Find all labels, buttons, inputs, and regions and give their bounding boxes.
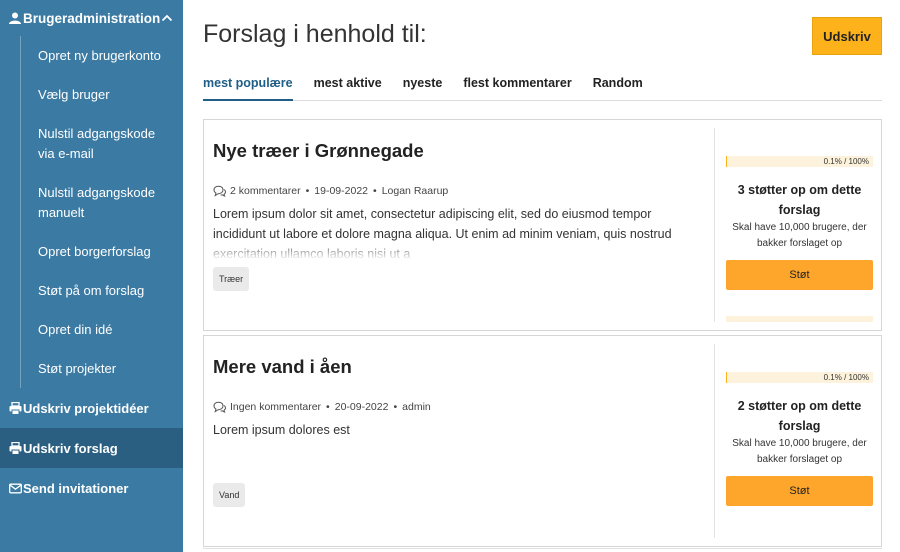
sidebar-item-stoet-projekter[interactable]: Støt projekter bbox=[38, 349, 183, 388]
envelope-icon bbox=[9, 482, 22, 495]
proposal-support-panel: 0.1% / 100% 3 støtter op om dette forsla… bbox=[726, 120, 873, 330]
user-icon bbox=[9, 12, 21, 24]
sort-tabs: mest populære mest aktive nyeste flest k… bbox=[203, 71, 882, 101]
print-button[interactable]: Udskriv bbox=[812, 17, 882, 55]
support-progress-bar: 0.1% / 100% bbox=[726, 372, 873, 383]
proposal-card: Nye træer i Grønnegade 2 kommentarer • 1… bbox=[203, 119, 882, 331]
sidebar-item-vaelg-bruger[interactable]: Vælg bruger bbox=[38, 75, 183, 114]
sidebar-item-opret-ny-brugerkonto[interactable]: Opret ny brugerkonto bbox=[38, 36, 183, 75]
meta-separator: • bbox=[326, 401, 330, 413]
printer-icon bbox=[9, 441, 22, 455]
sidebar-group-brugeradministration[interactable]: Brugeradministration bbox=[0, 0, 183, 36]
sidebar-item-opret-ide[interactable]: Opret din idé bbox=[38, 310, 183, 349]
sidebar-item-label: Send invitationer bbox=[23, 480, 129, 496]
proposal-tag[interactable]: Træer bbox=[213, 267, 250, 291]
proposal-date: 19-09-2022 bbox=[314, 185, 369, 197]
proposal-description: Lorem ipsum dolores est bbox=[213, 420, 683, 476]
comments-icon bbox=[213, 401, 226, 413]
sidebar-submenu: Opret ny brugerkonto Vælg bruger Nulstil… bbox=[0, 36, 183, 388]
proposal-title[interactable]: Nye træer i Grønnegade bbox=[213, 140, 424, 162]
sidebar-item-opret-borgerforslag[interactable]: Opret borgerforslag bbox=[38, 232, 183, 271]
support-button[interactable]: Støt bbox=[726, 476, 873, 506]
proposal-meta: Ingen kommentarer • 20-09-2022 • admin bbox=[213, 401, 431, 413]
sidebar-item-stoet-forslag[interactable]: Støt på om forslag bbox=[38, 271, 183, 310]
tab-nyeste[interactable]: nyeste bbox=[403, 71, 443, 101]
next-card-edge bbox=[203, 548, 882, 549]
main-content: Forslag i henhold til: Udskriv mest popu… bbox=[183, 0, 900, 552]
proposal-body: Mere vand i åen Ingen kommentarer • 20-0… bbox=[204, 336, 714, 546]
proposal-title[interactable]: Mere vand i åen bbox=[213, 356, 352, 378]
progress-label: 0.1% / 100% bbox=[823, 157, 869, 166]
comment-count[interactable]: 2 kommentarer bbox=[230, 185, 301, 197]
tab-mest-populaere[interactable]: mest populære bbox=[203, 71, 293, 101]
proposal-support-panel: 0.1% / 100% 2 støtter op om dette forsla… bbox=[726, 336, 873, 546]
panel-footer-bar bbox=[726, 316, 873, 322]
meta-separator: • bbox=[305, 185, 310, 197]
supporter-count: 2 støtter op om dette forslag bbox=[737, 399, 862, 433]
proposal-date: 20-09-2022 bbox=[334, 401, 389, 413]
proposal-meta: 2 kommentarer • 19-09-2022 • Logan Raaru… bbox=[213, 185, 448, 197]
sidebar-item-nulstil-email[interactable]: Nulstil adgangskode via e-mail bbox=[38, 114, 183, 173]
comments-icon bbox=[213, 185, 226, 197]
support-button[interactable]: Støt bbox=[726, 260, 873, 290]
proposal-author: Logan Raarup bbox=[381, 185, 449, 197]
card-divider bbox=[714, 344, 715, 538]
meta-separator: • bbox=[393, 401, 398, 413]
sidebar-item-label: Udskriv forslag bbox=[23, 440, 118, 456]
progress-label: 0.1% / 100% bbox=[823, 373, 869, 382]
sidebar-group-label: Brugeradministration bbox=[23, 10, 161, 26]
meta-separator: • bbox=[373, 185, 377, 197]
printer-icon bbox=[9, 401, 22, 415]
proposal-description: Lorem ipsum dolor sit amet, consectetur … bbox=[213, 204, 683, 260]
sidebar-item-udskriv-forslag[interactable]: Udskriv forslag bbox=[0, 428, 183, 468]
sidebar-item-send-invitationer[interactable]: Send invitationer bbox=[0, 468, 183, 508]
chevron-up-icon[interactable] bbox=[161, 12, 173, 24]
sidebar-item-udskriv-projektideer[interactable]: Udskriv projektidéer bbox=[0, 388, 183, 428]
tab-random[interactable]: Random bbox=[593, 71, 643, 101]
comment-count[interactable]: Ingen kommentarer bbox=[230, 401, 321, 413]
tab-mest-aktive[interactable]: mest aktive bbox=[314, 71, 382, 101]
supporter-count: 3 støtter op om dette forslag bbox=[737, 183, 862, 217]
proposal-author: admin bbox=[402, 401, 431, 413]
support-progress-bar: 0.1% / 100% bbox=[726, 156, 873, 167]
proposal-body: Nye træer i Grønnegade 2 kommentarer • 1… bbox=[204, 120, 714, 330]
tab-flest-kommentarer[interactable]: flest kommentarer bbox=[463, 71, 571, 101]
proposal-tag[interactable]: Vand bbox=[213, 483, 246, 507]
support-requirement: Skal have 10,000 brugere, der bakker for… bbox=[732, 438, 867, 465]
sidebar: Brugeradministration Opret ny brugerkont… bbox=[0, 0, 183, 552]
support-requirement: Skal have 10,000 brugere, der bakker for… bbox=[732, 222, 867, 249]
sidebar-item-label: Udskriv projektidéer bbox=[23, 400, 149, 416]
card-divider bbox=[714, 128, 715, 322]
page-title: Forslag i henhold til: bbox=[203, 20, 427, 48]
proposal-card: Mere vand i åen Ingen kommentarer • 20-0… bbox=[203, 335, 882, 547]
sidebar-item-nulstil-manuelt[interactable]: Nulstil adgangskode manuelt bbox=[38, 173, 183, 232]
